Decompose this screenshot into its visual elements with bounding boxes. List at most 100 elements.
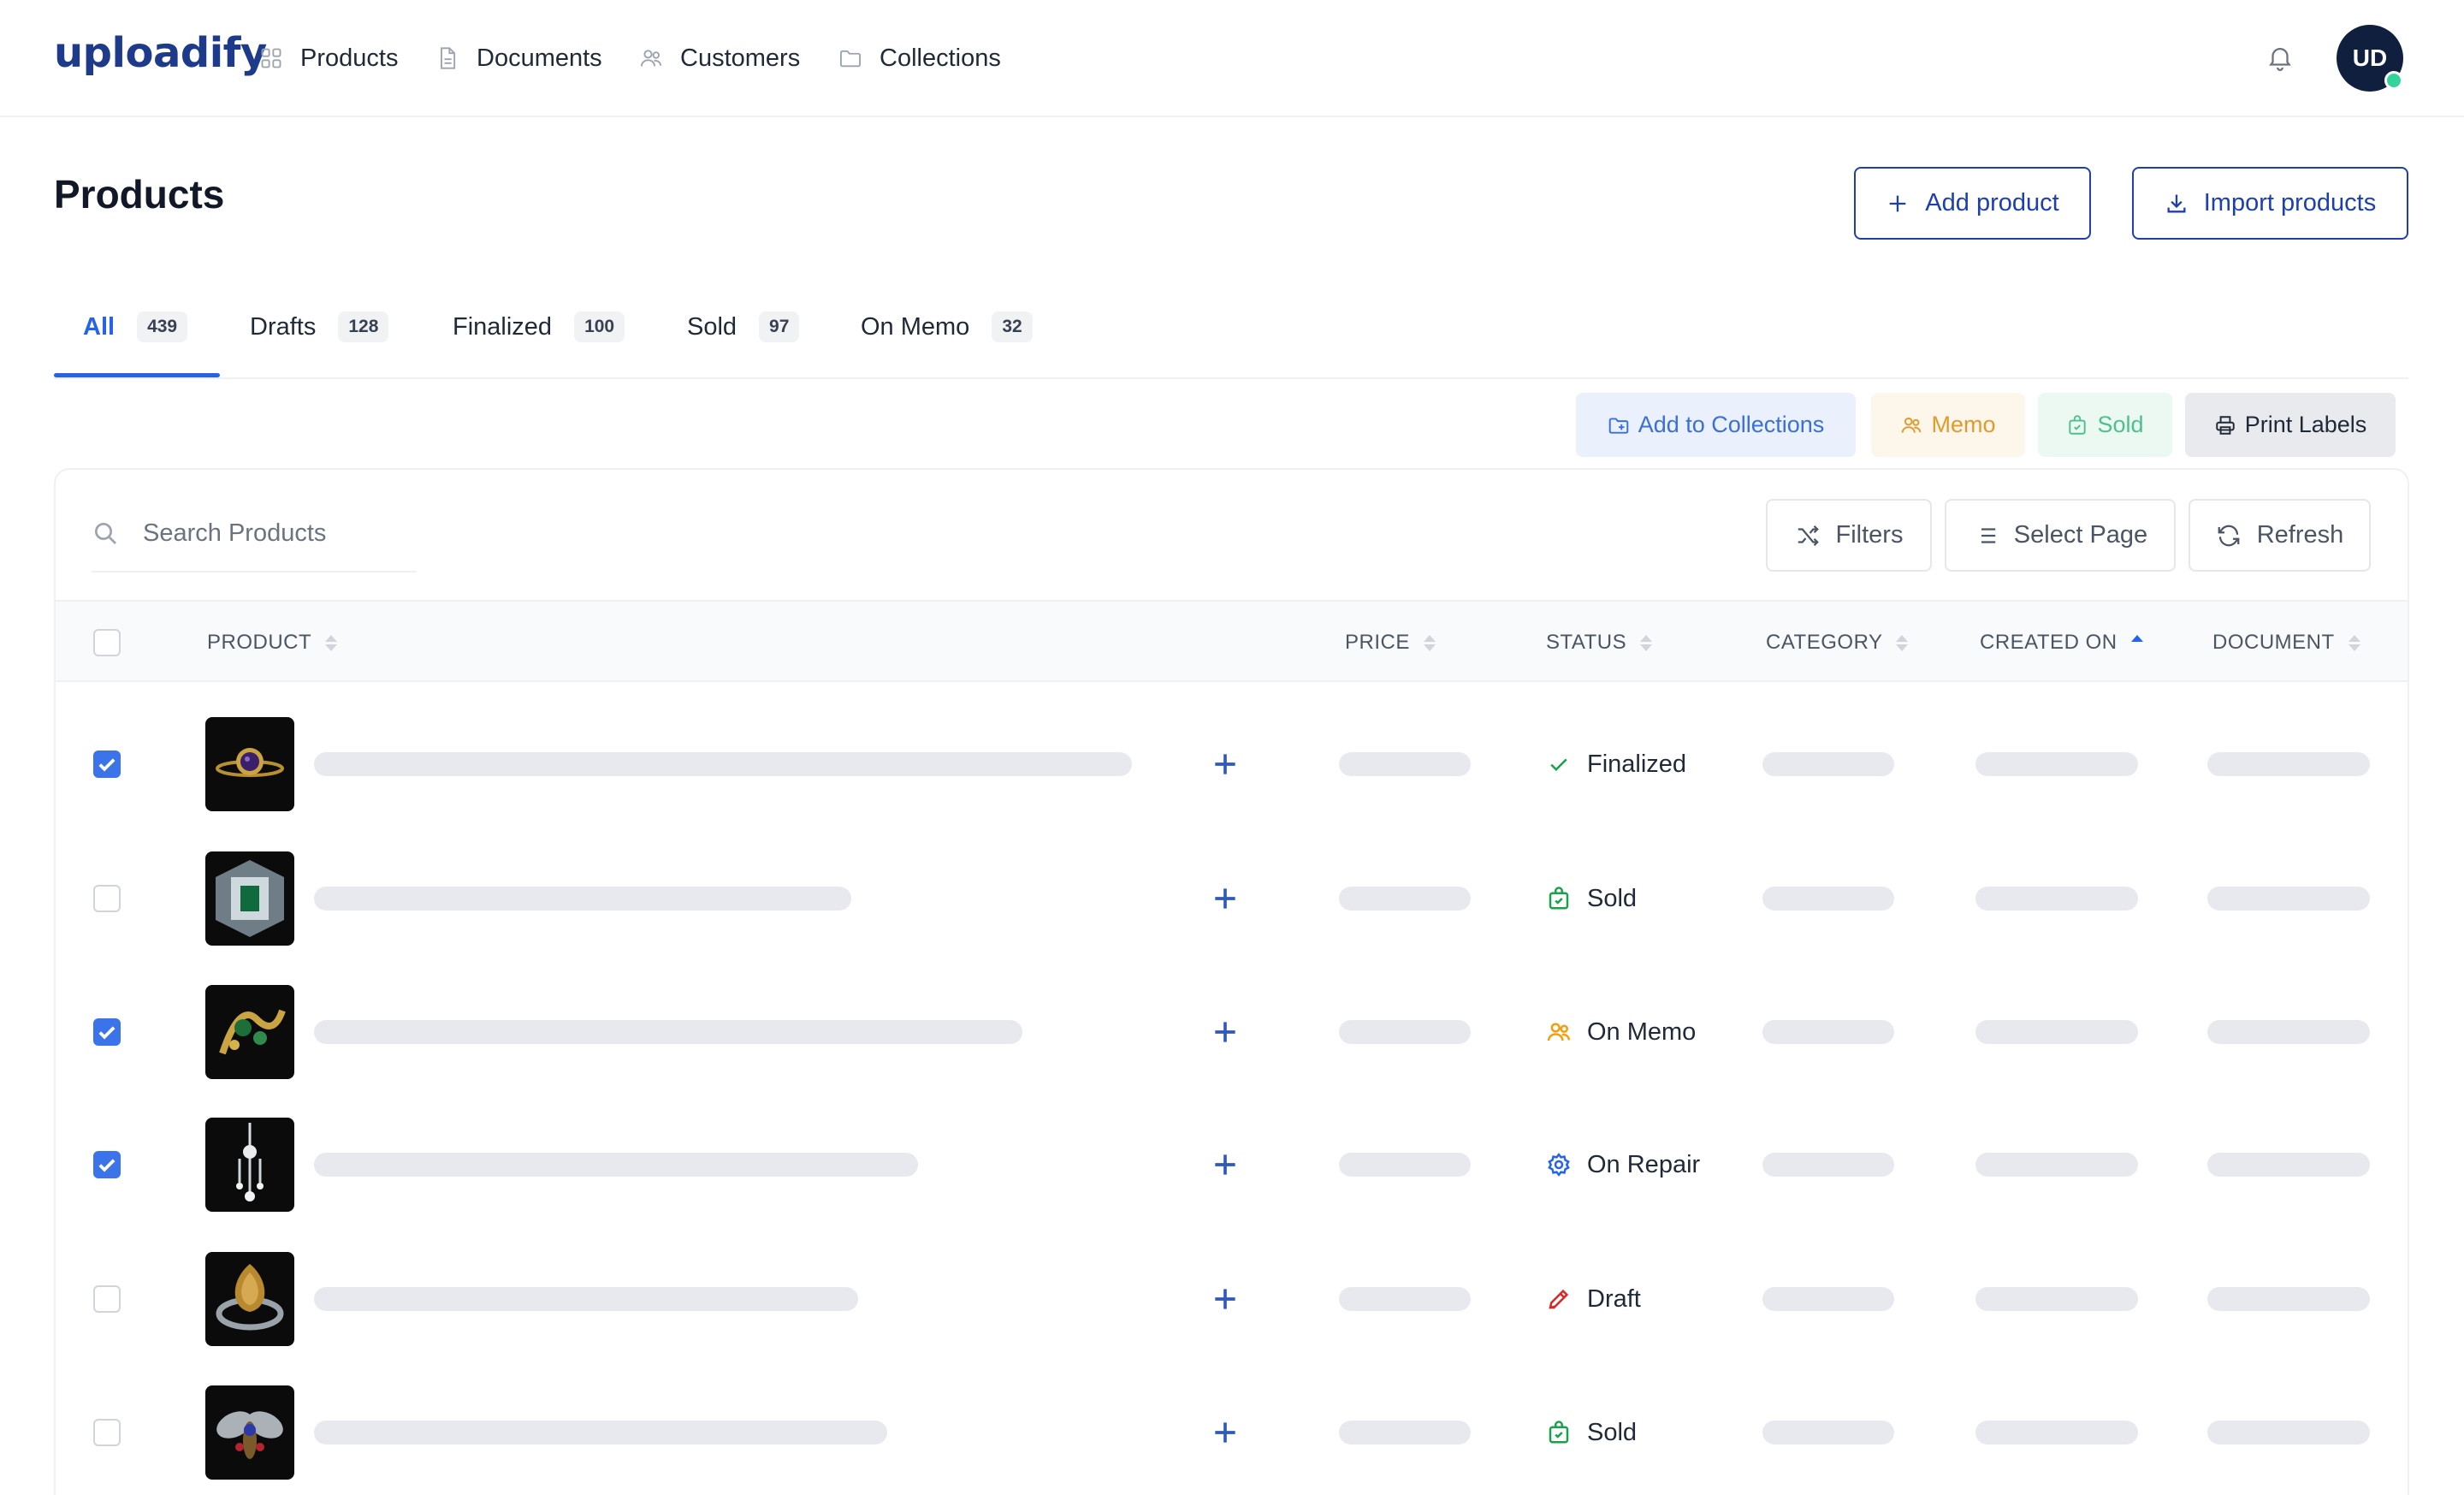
table-row[interactable]: Finalized	[56, 697, 2408, 831]
tab-drafts[interactable]: Drafts 128	[250, 303, 389, 351]
download-icon	[2167, 194, 2186, 212]
print-labels-button[interactable]: Print Labels	[2185, 393, 2396, 457]
add-to-collection-icon[interactable]	[1208, 1282, 1242, 1316]
row-checkbox[interactable]	[93, 1151, 121, 1178]
products-table-card: Filters Select Page Refresh PRODUCT PRIC…	[54, 468, 2409, 1495]
tab-finalized[interactable]: Finalized 100	[453, 303, 625, 351]
product-name-placeholder	[314, 1153, 918, 1177]
table-row[interactable]: Sold	[56, 1365, 2408, 1495]
document-placeholder	[2207, 752, 2370, 776]
filters-button[interactable]: Filters	[1766, 499, 1932, 572]
add-to-collection-icon[interactable]	[1208, 1015, 1242, 1049]
top-navbar: uploadify Products Documents Customers C…	[0, 0, 2464, 117]
tab-all[interactable]: All 439	[83, 303, 188, 351]
tab-count-badge: 32	[992, 311, 1033, 342]
column-header-status[interactable]: STATUS	[1546, 602, 1653, 684]
sort-ascending-icon	[2130, 634, 2143, 651]
add-product-button[interactable]: Add product	[1854, 167, 2091, 240]
tab-label: On Memo	[861, 312, 970, 341]
row-checkbox[interactable]	[93, 885, 121, 912]
active-tab-indicator	[54, 373, 220, 377]
refresh-label: Refresh	[2256, 521, 2344, 549]
folder-icon	[839, 50, 862, 68]
bag-icon	[2069, 414, 2087, 435]
nav-item-customers[interactable]: Customers	[639, 36, 800, 80]
table-row[interactable]: On Repair	[56, 1098, 2408, 1231]
bag-icon	[1549, 887, 1569, 910]
import-products-label: Import products	[2203, 189, 2377, 217]
created-on-placeholder	[1975, 1287, 2138, 1311]
search-input[interactable]	[143, 519, 400, 548]
check-icon	[98, 1159, 116, 1172]
check-icon	[98, 1026, 116, 1040]
table-row[interactable]: On Memo	[56, 964, 2408, 1098]
column-header-category[interactable]: CATEGORY	[1766, 602, 1909, 684]
document-placeholder	[2207, 1153, 2370, 1177]
created-on-placeholder	[1975, 752, 2138, 776]
document-placeholder	[2207, 1020, 2370, 1044]
tab-count-badge: 439	[137, 311, 188, 342]
add-to-collection-icon[interactable]	[1208, 881, 1242, 916]
document-icon	[441, 47, 456, 69]
nav-item-products[interactable]: Products	[259, 36, 398, 80]
product-thumbnail[interactable]	[205, 1252, 294, 1346]
add-to-collection-icon[interactable]	[1208, 1148, 1242, 1182]
product-thumbnail[interactable]	[205, 717, 294, 811]
shuffle-icon	[1798, 525, 1819, 546]
import-products-button[interactable]: Import products	[2132, 167, 2408, 240]
app-logo[interactable]: uploadify	[54, 29, 267, 77]
table-row[interactable]: Sold	[56, 831, 2408, 964]
sort-icon	[2348, 634, 2360, 651]
check-icon	[1550, 758, 1567, 772]
table-row[interactable]: Draft	[56, 1231, 2408, 1365]
column-label: DOCUMENT	[2212, 631, 2335, 654]
status-cell: Sold	[1546, 881, 1637, 916]
users-icon	[1547, 1023, 1571, 1041]
column-header-document[interactable]: DOCUMENT	[2212, 602, 2360, 684]
status-label: Finalized	[1587, 750, 1687, 778]
column-label: CATEGORY	[1766, 631, 1883, 654]
sold-button[interactable]: Sold	[2038, 393, 2172, 457]
list-icon	[1976, 527, 1996, 543]
nav-item-documents[interactable]: Documents	[435, 36, 602, 80]
product-name-placeholder	[314, 887, 851, 911]
bag-icon	[1549, 1421, 1569, 1444]
tab-sold[interactable]: Sold 97	[687, 303, 800, 351]
add-to-collections-button[interactable]: Add to Collections	[1576, 393, 1856, 457]
column-header-price[interactable]: PRICE	[1345, 602, 1436, 684]
product-thumbnail[interactable]	[205, 985, 294, 1079]
users-icon	[1902, 417, 1922, 433]
pencil-icon	[1549, 1289, 1569, 1309]
row-checkbox[interactable]	[93, 1419, 121, 1446]
tab-on-memo[interactable]: On Memo 32	[861, 303, 1033, 351]
column-header-product[interactable]: PRODUCT	[207, 602, 338, 684]
column-header-created-on[interactable]: CREATED ON	[1980, 602, 2143, 684]
nav-item-label: Collections	[880, 44, 1001, 72]
product-thumbnail[interactable]	[205, 1118, 294, 1212]
memo-button[interactable]: Memo	[1871, 393, 2025, 457]
row-checkbox[interactable]	[93, 1018, 121, 1046]
folder-plus-icon	[1608, 417, 1628, 434]
printer-icon	[2215, 415, 2235, 435]
nav-item-label: Products	[300, 44, 399, 72]
select-all-checkbox[interactable]	[93, 629, 121, 656]
status-cell: Finalized	[1546, 747, 1686, 781]
document-placeholder	[2207, 1287, 2370, 1311]
product-thumbnail[interactable]	[205, 1385, 294, 1480]
row-checkbox[interactable]	[93, 750, 121, 778]
page-title: Products	[54, 172, 225, 217]
category-placeholder	[1762, 1421, 1894, 1445]
notifications-button[interactable]	[2266, 43, 2295, 72]
product-thumbnail[interactable]	[205, 851, 294, 946]
add-to-collection-icon[interactable]	[1208, 747, 1242, 781]
row-checkbox[interactable]	[93, 1285, 121, 1313]
nav-item-collections[interactable]: Collections	[838, 36, 1001, 80]
select-page-button[interactable]: Select Page	[1945, 499, 2176, 572]
price-placeholder	[1339, 752, 1471, 776]
tab-count-badge: 128	[338, 311, 389, 342]
status-label: On Repair	[1587, 1150, 1701, 1178]
category-placeholder	[1762, 1153, 1894, 1177]
tab-label: Drafts	[250, 312, 317, 341]
add-to-collection-icon[interactable]	[1208, 1415, 1242, 1450]
refresh-button[interactable]: Refresh	[2189, 499, 2371, 572]
